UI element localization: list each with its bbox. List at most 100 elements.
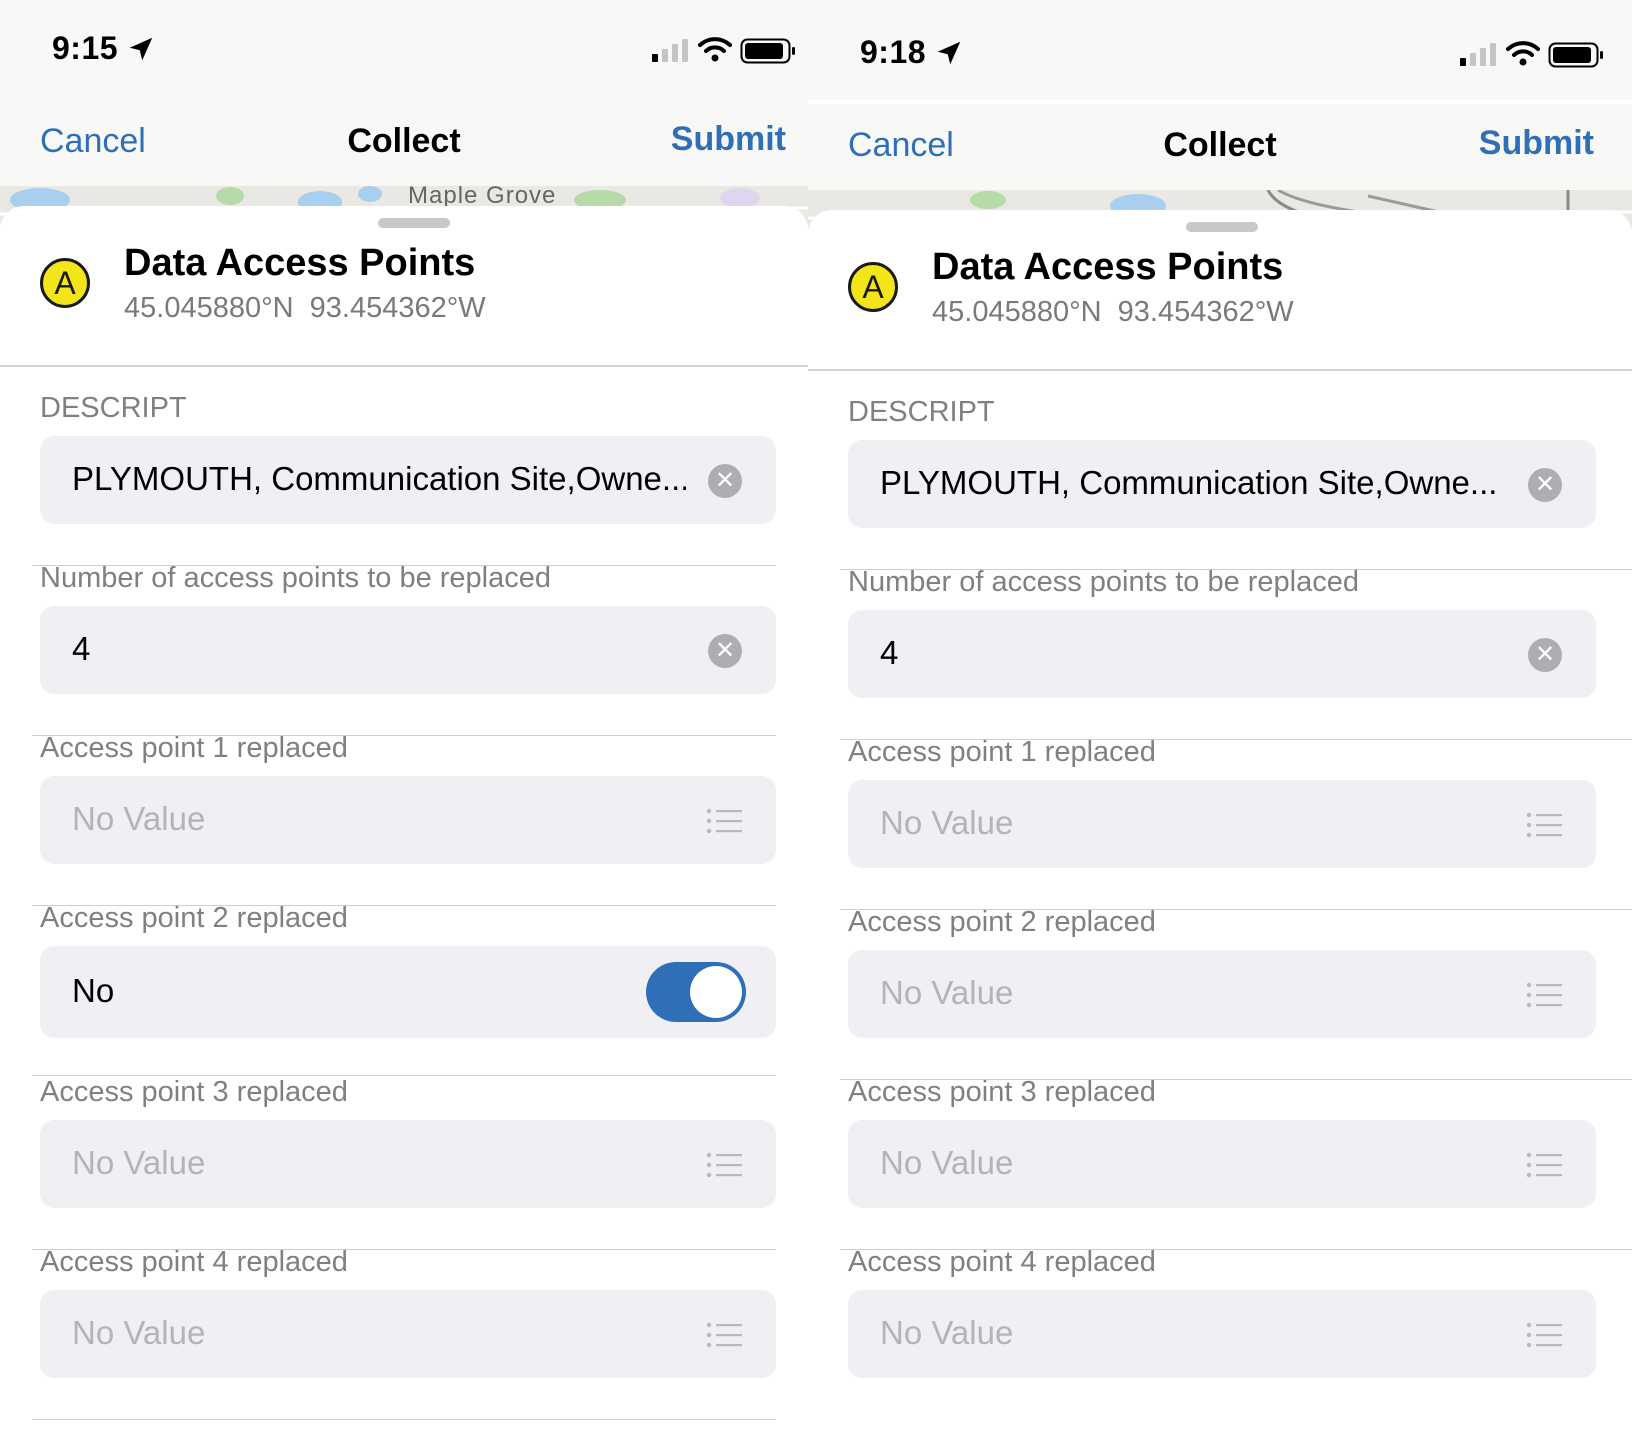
latitude: 45.045880°N (124, 292, 294, 324)
field-value: No (72, 972, 115, 1009)
field-value: PLYMOUTH, Communication Site,Owne... (72, 460, 686, 497)
sheet-grabber[interactable] (1186, 222, 1258, 232)
header-divider (808, 369, 1632, 371)
status-time: 9:15 (52, 30, 119, 66)
nav-bar: Collect Cancel Submit (808, 104, 1632, 191)
list-icon (1526, 1322, 1562, 1348)
field-value: No Value (880, 974, 1014, 1011)
field-value: No Value (72, 1144, 206, 1181)
field-access-point-4: Access point 4 replaced No Value (840, 1246, 1596, 1416)
longitude: 93.454362°W (1117, 296, 1294, 328)
field-value: No Value (72, 1314, 206, 1351)
cancel-button[interactable]: Cancel (40, 122, 146, 161)
field-value: No Value (72, 800, 206, 837)
field-access-point-1: Access point 1 replaced No Value (840, 736, 1632, 910)
toggle-switch[interactable] (646, 962, 746, 1022)
field-access-point-4: Access point 4 replaced No Value (32, 1246, 776, 1420)
field-access-point-3: Access point 3 replaced No Value (840, 1076, 1632, 1250)
field-access-point-2: Access point 2 replaced No (32, 902, 776, 1076)
field-access-point-1: Access point 1 replaced No Value (32, 732, 776, 906)
submit-button[interactable]: Submit (671, 120, 786, 159)
clear-icon[interactable]: ✕ (708, 634, 742, 668)
feature-sheet: A Data Access Points 45.045880°N 93.45436… (0, 206, 808, 1452)
field-label: DESCRIPT (40, 392, 187, 424)
header-divider (0, 365, 808, 367)
layer-title: Data Access Points (124, 242, 476, 284)
access-point-3-picker[interactable]: No Value (848, 1120, 1596, 1208)
list-icon (706, 808, 742, 834)
submit-button[interactable]: Submit (1479, 124, 1594, 163)
latitude: 45.045880°N (932, 296, 1102, 328)
field-value: No Value (880, 804, 1014, 841)
field-label: Access point 1 replaced (848, 736, 1156, 768)
list-icon (1526, 1152, 1562, 1178)
status-bar: 9:15 (0, 0, 808, 100)
cellular-signal-icon (1460, 43, 1496, 66)
field-label: Access point 2 replaced (848, 906, 1156, 938)
battery-icon (740, 38, 795, 64)
cellular-signal-icon (652, 39, 688, 62)
field-access-point-count: Number of access points to be replaced 4… (840, 566, 1632, 740)
access-point-4-picker[interactable]: No Value (848, 1290, 1596, 1378)
toggle-knob (690, 966, 742, 1018)
field-value: 4 (880, 634, 899, 671)
field-label: Access point 2 replaced (40, 902, 348, 934)
field-value: PLYMOUTH, Communication Site,Owne... (880, 464, 1498, 501)
location-arrow-icon (937, 41, 961, 64)
list-icon (706, 1152, 742, 1178)
field-value: 4 (72, 630, 91, 667)
field-label: Number of access points to be replaced (40, 562, 551, 594)
wifi-icon (698, 37, 732, 62)
clear-icon[interactable]: ✕ (708, 464, 742, 498)
access-point-4-picker[interactable]: No Value (40, 1290, 776, 1378)
field-descript: DESCRIPT PLYMOUTH, Communication Site,Ow… (32, 392, 776, 566)
status-time-group: 9:15 (52, 30, 156, 67)
battery-icon (1548, 42, 1603, 68)
descript-input[interactable]: PLYMOUTH, Communication Site,Owne... ✕ (848, 440, 1596, 528)
field-descript: DESCRIPT PLYMOUTH, Communication Site,Ow… (840, 396, 1632, 570)
count-input[interactable]: 4 ✕ (40, 606, 776, 694)
field-label: DESCRIPT (848, 396, 995, 428)
screen-right: 9:18 Collect Cancel Submit A Data Access… (808, 0, 1632, 1452)
field-access-point-count: Number of access points to be replaced 4… (32, 562, 776, 736)
list-icon (1526, 812, 1562, 838)
access-point-3-picker[interactable]: No Value (40, 1120, 776, 1208)
screen-left: 9:15 Collect Cancel Submit Maple Grove A… (0, 0, 808, 1452)
list-icon (706, 1322, 742, 1348)
field-label: Access point 1 replaced (40, 732, 348, 764)
field-value: No Value (880, 1314, 1014, 1351)
status-bar: 9:18 (808, 0, 1632, 100)
status-time-group: 9:18 (860, 34, 964, 71)
access-point-2-picker[interactable]: No Value (848, 950, 1596, 1038)
field-label: Access point 3 replaced (848, 1076, 1156, 1108)
field-value: No Value (880, 1144, 1014, 1181)
field-label: Access point 4 replaced (40, 1246, 348, 1278)
list-icon (1526, 982, 1562, 1008)
access-point-1-picker[interactable]: No Value (40, 776, 776, 864)
layer-title: Data Access Points (932, 246, 1284, 288)
feature-sheet: A Data Access Points 45.045880°N 93.45436… (808, 210, 1632, 1452)
field-label: Access point 3 replaced (40, 1076, 348, 1108)
clear-icon[interactable]: ✕ (1528, 638, 1562, 672)
count-input[interactable]: 4 ✕ (848, 610, 1596, 698)
location-arrow-icon (129, 37, 153, 60)
cancel-button[interactable]: Cancel (848, 126, 954, 165)
access-point-1-picker[interactable]: No Value (848, 780, 1596, 868)
field-access-point-2: Access point 2 replaced No Value (840, 906, 1632, 1080)
letter-a-layer-icon: A (848, 262, 898, 312)
wifi-icon (1506, 41, 1540, 66)
coordinates: 45.045880°N 93.454362°W (124, 292, 486, 325)
coordinates: 45.045880°N 93.454362°W (932, 296, 1294, 329)
sheet-grabber[interactable] (378, 218, 450, 228)
nav-bar: Collect Cancel Submit (0, 100, 808, 187)
field-access-point-3: Access point 3 replaced No Value (32, 1076, 776, 1250)
status-time: 9:18 (860, 34, 927, 70)
clear-icon[interactable]: ✕ (1528, 468, 1562, 502)
longitude: 93.454362°W (309, 292, 486, 324)
field-label: Access point 4 replaced (848, 1246, 1156, 1278)
letter-a-layer-icon: A (40, 258, 90, 308)
divider (32, 1419, 776, 1420)
descript-input[interactable]: PLYMOUTH, Communication Site,Owne... ✕ (40, 436, 776, 524)
field-label: Number of access points to be replaced (848, 566, 1359, 598)
access-point-2-switch-row: No (40, 946, 776, 1038)
